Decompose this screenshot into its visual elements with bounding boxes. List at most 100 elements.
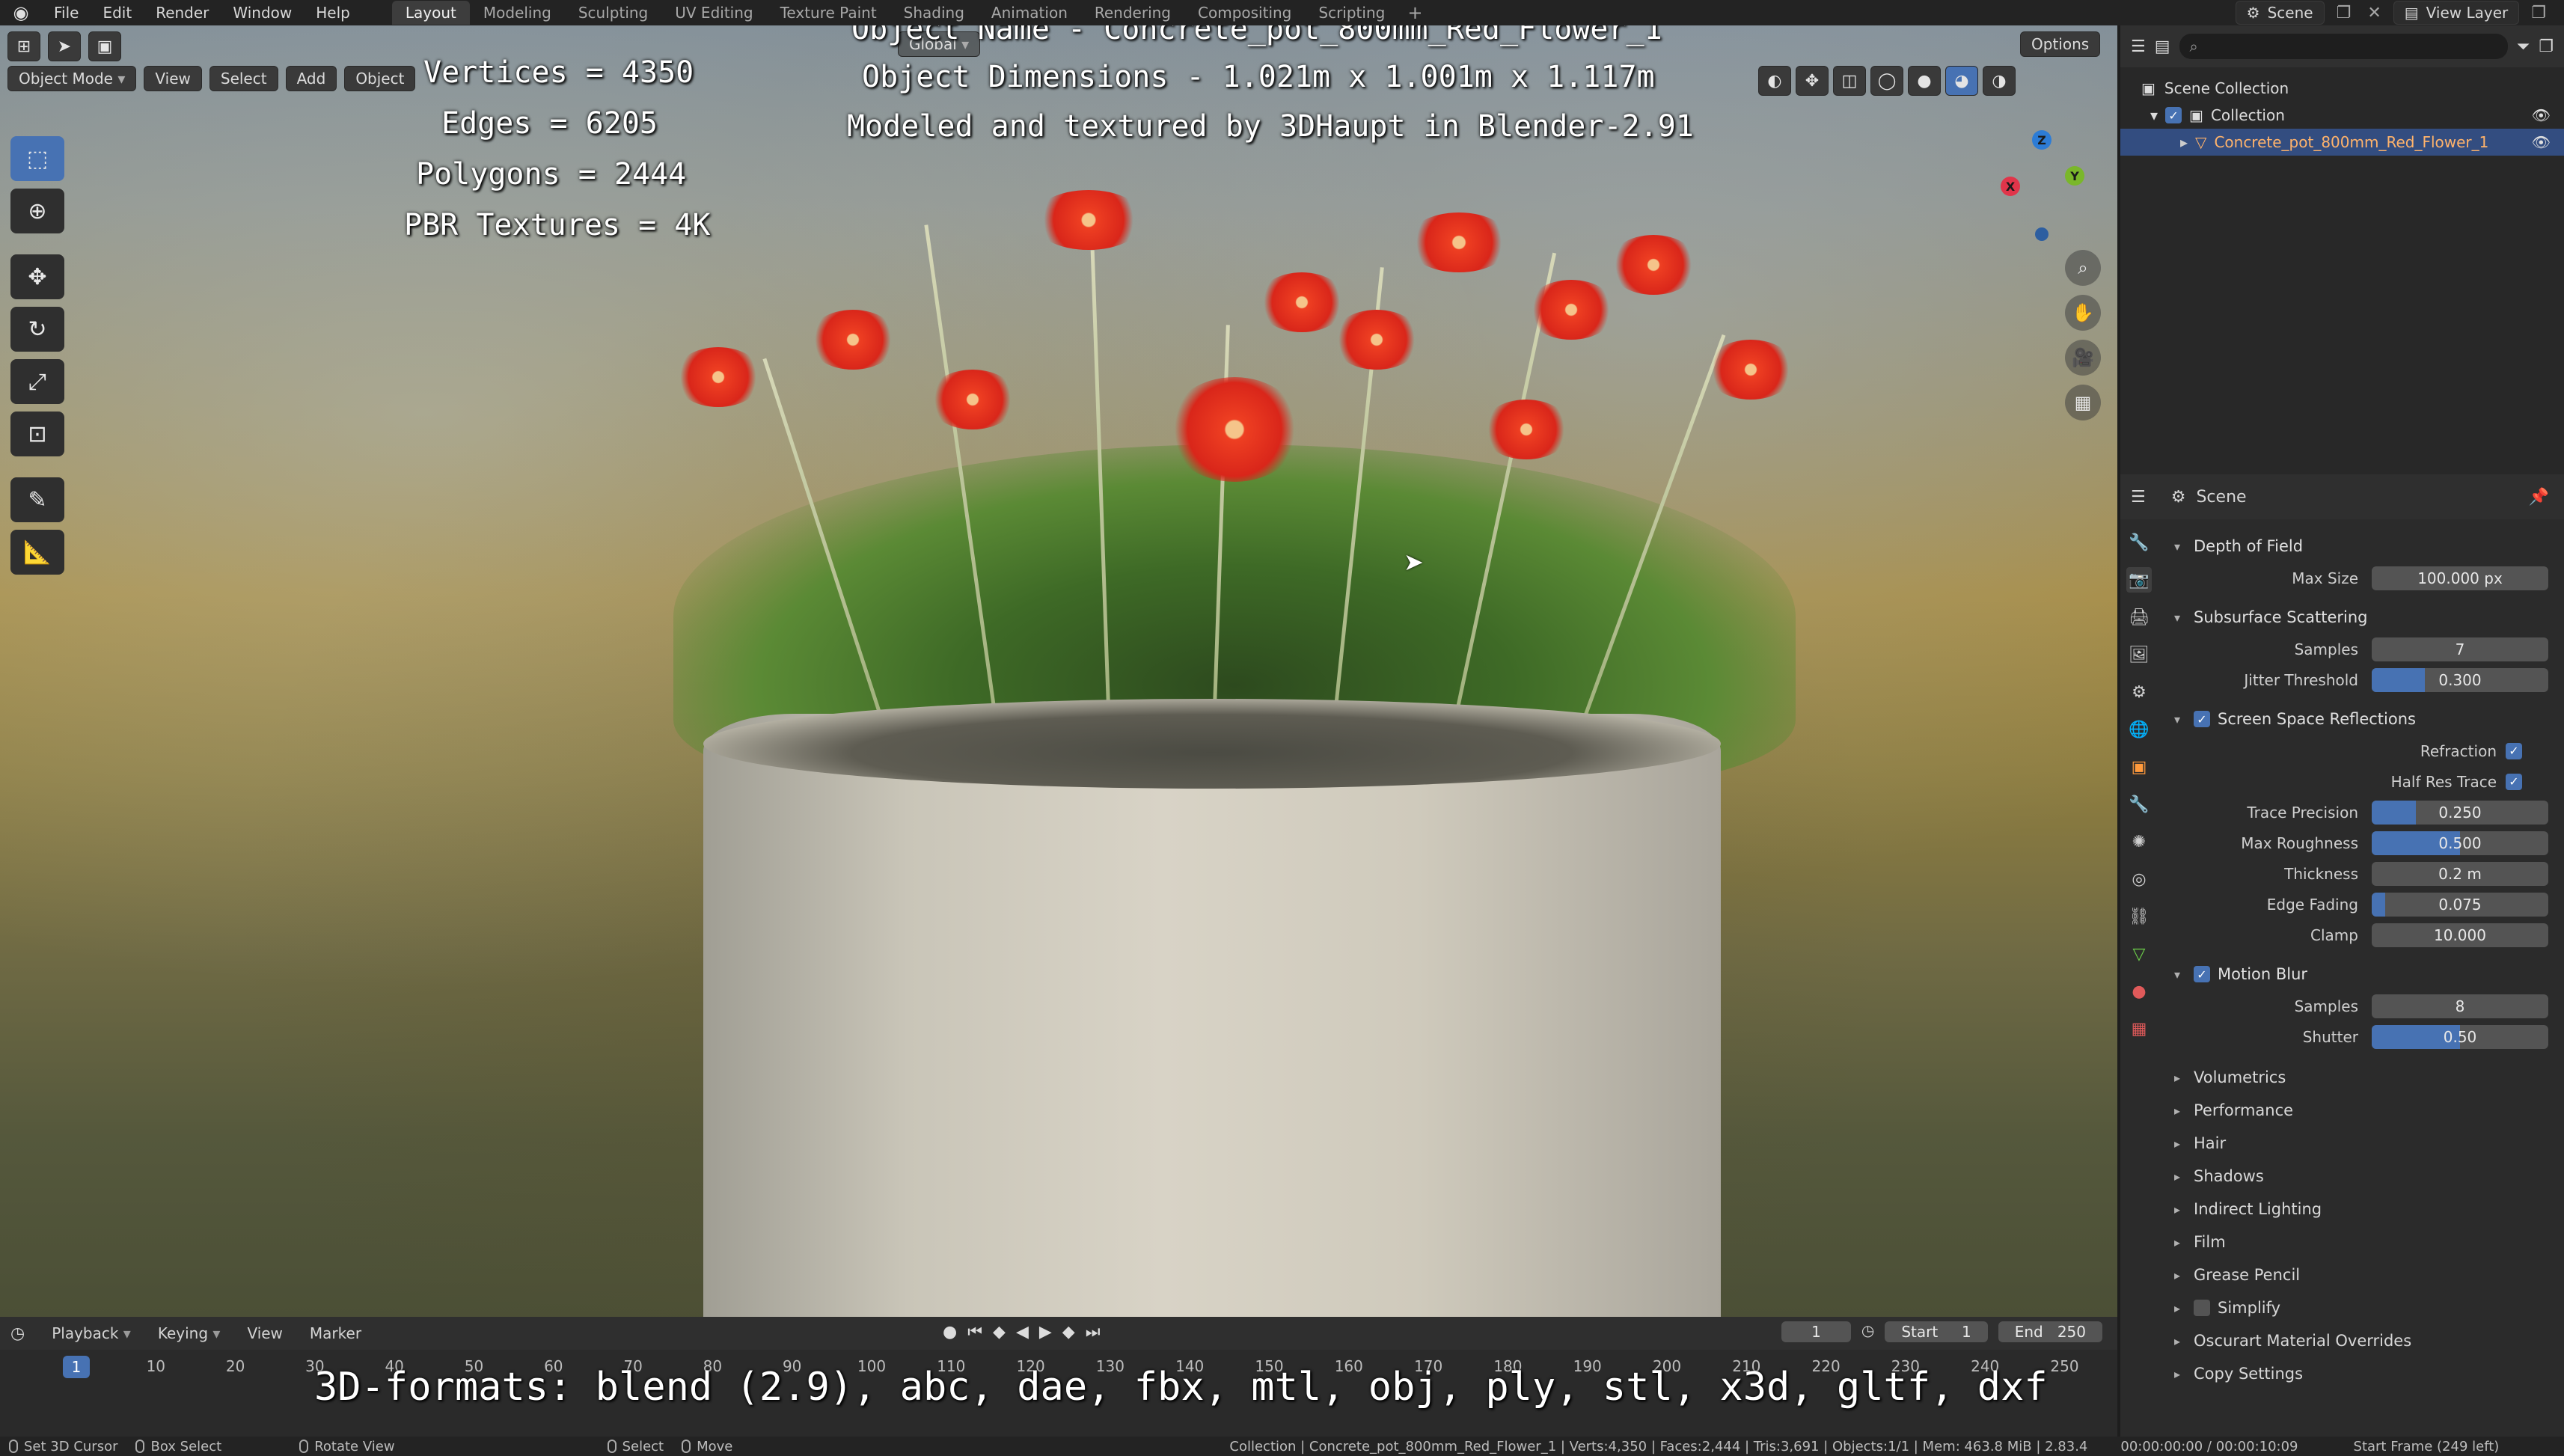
menu-render[interactable]: Render [144,4,221,22]
ssr-enable-checkbox[interactable]: ✓ [2194,711,2210,727]
modifier-tab-icon[interactable]: 🔧 [2126,792,2152,817]
playback-menu[interactable]: Playback [41,1323,141,1344]
wireframe-shading-icon[interactable]: ◯ [1870,66,1903,96]
eye-icon[interactable]: 👁 [2532,106,2551,124]
marker-menu[interactable]: Marker [299,1323,372,1344]
start-frame-field[interactable]: Start 1 [1885,1321,1988,1342]
exclude-checkbox[interactable]: ✓ [2165,107,2182,123]
play-reverse-icon[interactable]: ◀ [1016,1323,1029,1342]
view-layer-selector[interactable]: ▤ View Layer [2393,1,2520,25]
playhead[interactable]: 1 [63,1356,90,1378]
measure-icon[interactable]: 📐 [10,530,64,575]
annotate-icon[interactable]: ✎ [10,477,64,522]
menu-window[interactable]: Window [221,4,304,22]
outliner-search-input[interactable]: ⌕ [2179,34,2508,59]
physics-tab-icon[interactable]: ◎ [2126,866,2152,892]
clock-icon[interactable]: ◷ [1861,1321,1874,1342]
move-icon[interactable]: ✥ [10,254,64,299]
chevron-down-icon[interactable]: ▾ [2150,106,2158,124]
panel-oscurart-material-overrides[interactable]: ▸ Oscurart Material Overrides [2162,1324,2564,1357]
object-menu[interactable]: Object [344,66,416,91]
output-tab-icon[interactable]: 🖨 [2126,605,2152,630]
panel-shadows[interactable]: ▸ Shadows [2162,1160,2564,1193]
panel-performance[interactable]: ▸ Performance [2162,1094,2564,1127]
outliner-row-collection[interactable]: ▾ ✓ ▣ Collection 👁 [2120,102,2564,129]
tab-animation[interactable]: Animation [978,1,1081,25]
select-box-icon[interactable]: ⬚ [10,136,64,181]
object-mode-dropdown[interactable]: Object Mode [7,66,137,91]
add-workspace-button[interactable]: + [1398,2,1431,23]
sss-samples-field[interactable]: 7 [2372,637,2548,661]
max-roughness-slider[interactable]: 0.500 [2372,831,2548,855]
menu-help[interactable]: Help [304,4,362,22]
end-frame-field[interactable]: End 250 [1998,1321,2102,1342]
particles-tab-icon[interactable]: ✺ [2126,829,2152,854]
jump-start-icon[interactable]: ⏮ [967,1323,982,1342]
options-dropdown[interactable]: Options [2020,31,2101,57]
panel-simplify[interactable]: ▸ Simplify [2162,1291,2564,1324]
mb-samples-field[interactable]: 8 [2372,994,2548,1018]
transform-icon[interactable]: ⊡ [10,412,64,456]
tab-texture-paint[interactable]: Texture Paint [767,1,890,25]
select-mode-icon[interactable]: ▣ [88,31,121,61]
tab-uv-editing[interactable]: UV Editing [661,1,766,25]
current-frame-field[interactable]: 1 [1781,1321,1851,1342]
shutter-slider[interactable]: 0.50 [2372,1024,2548,1049]
menu-file[interactable]: File [42,4,91,22]
next-keyframe-icon[interactable]: ◆ [1062,1323,1075,1342]
gizmo-y-axis[interactable]: Y [2065,166,2084,186]
rotate-icon[interactable]: ↻ [10,307,64,352]
close-icon[interactable]: ✕ [2363,4,2385,22]
display-mode-icon[interactable]: ▤ [2155,37,2170,56]
grid-icon[interactable]: ▦ [2065,385,2101,420]
texture-tab-icon[interactable]: ▦ [2126,1016,2152,1041]
editor-type-icon[interactable]: ☰ [2131,37,2146,56]
solid-shading-icon[interactable]: ● [1908,66,1941,96]
overlay-icon[interactable]: ◐ [1758,66,1791,96]
scene-tab-icon[interactable]: ⚙ [2126,679,2152,705]
camera-icon[interactable]: 🎥 [2065,340,2101,376]
edge-fading-slider[interactable]: 0.075 [2372,892,2548,917]
rendered-shading-icon[interactable]: ◑ [1983,66,2016,96]
gizmo-icon[interactable]: ✥ [1796,66,1829,96]
chevron-right-icon[interactable]: ▸ [2180,133,2188,151]
scene-selector[interactable]: ⚙ Scene [2235,1,2325,25]
view-layer-tab-icon[interactable]: 🖼 [2126,642,2152,667]
motion-blur-checkbox[interactable]: ✓ [2194,966,2210,982]
data-tab-icon[interactable]: ▽ [2126,941,2152,967]
thickness-field[interactable]: 0.2 m [2372,861,2548,886]
pin-icon[interactable]: 📌 [2529,488,2549,507]
half-res-trace-checkbox[interactable]: ✓ [2506,773,2522,790]
view-menu[interactable]: View [144,66,202,91]
gizmo-negative-z[interactable] [2035,227,2049,241]
new-collection-icon[interactable]: ❐ [2539,37,2554,56]
material-shading-icon[interactable]: ◕ [1945,66,1978,96]
object-tab-icon[interactable]: ▣ [2126,754,2152,780]
material-tab-icon[interactable]: ● [2126,979,2152,1004]
scale-icon[interactable]: ⤢ [10,359,64,404]
clock-icon[interactable]: ◷ [10,1324,25,1343]
xray-icon[interactable]: ◫ [1833,66,1866,96]
outliner-row-scene-collection[interactable]: ▣ Scene Collection [2120,75,2564,102]
navigation-gizmo[interactable]: Z X Y [1990,130,2095,250]
tab-sculpting[interactable]: Sculpting [565,1,661,25]
copy-icon[interactable]: ❐ [2527,4,2551,22]
filter-icon[interactable]: ⏷ [2517,37,2530,56]
gizmo-x-axis[interactable]: X [2001,177,2020,196]
panel-indirect-lighting[interactable]: ▸ Indirect Lighting [2162,1193,2564,1226]
eye-icon[interactable]: 👁 [2532,133,2551,151]
refraction-checkbox[interactable]: ✓ [2506,742,2522,759]
clamp-field[interactable]: 10.000 [2372,923,2548,947]
view-menu[interactable]: View [236,1323,293,1344]
blender-logo-icon[interactable]: ◉ [0,0,42,25]
add-menu[interactable]: Add [285,66,337,91]
copy-icon[interactable]: ❐ [2332,4,2356,22]
editor-type-icon[interactable]: ☰ [2131,488,2146,507]
jump-end-icon[interactable]: ⏭ [1086,1323,1101,1342]
simplify-checkbox[interactable] [2194,1300,2210,1316]
tab-modeling[interactable]: Modeling [470,1,565,25]
panel-subsurface-scattering[interactable]: ▾ Subsurface Scattering [2162,601,2564,634]
max-size-field[interactable]: 100.000 px [2372,566,2548,590]
prev-keyframe-icon[interactable]: ◆ [993,1323,1006,1342]
menu-edit[interactable]: Edit [91,4,144,22]
